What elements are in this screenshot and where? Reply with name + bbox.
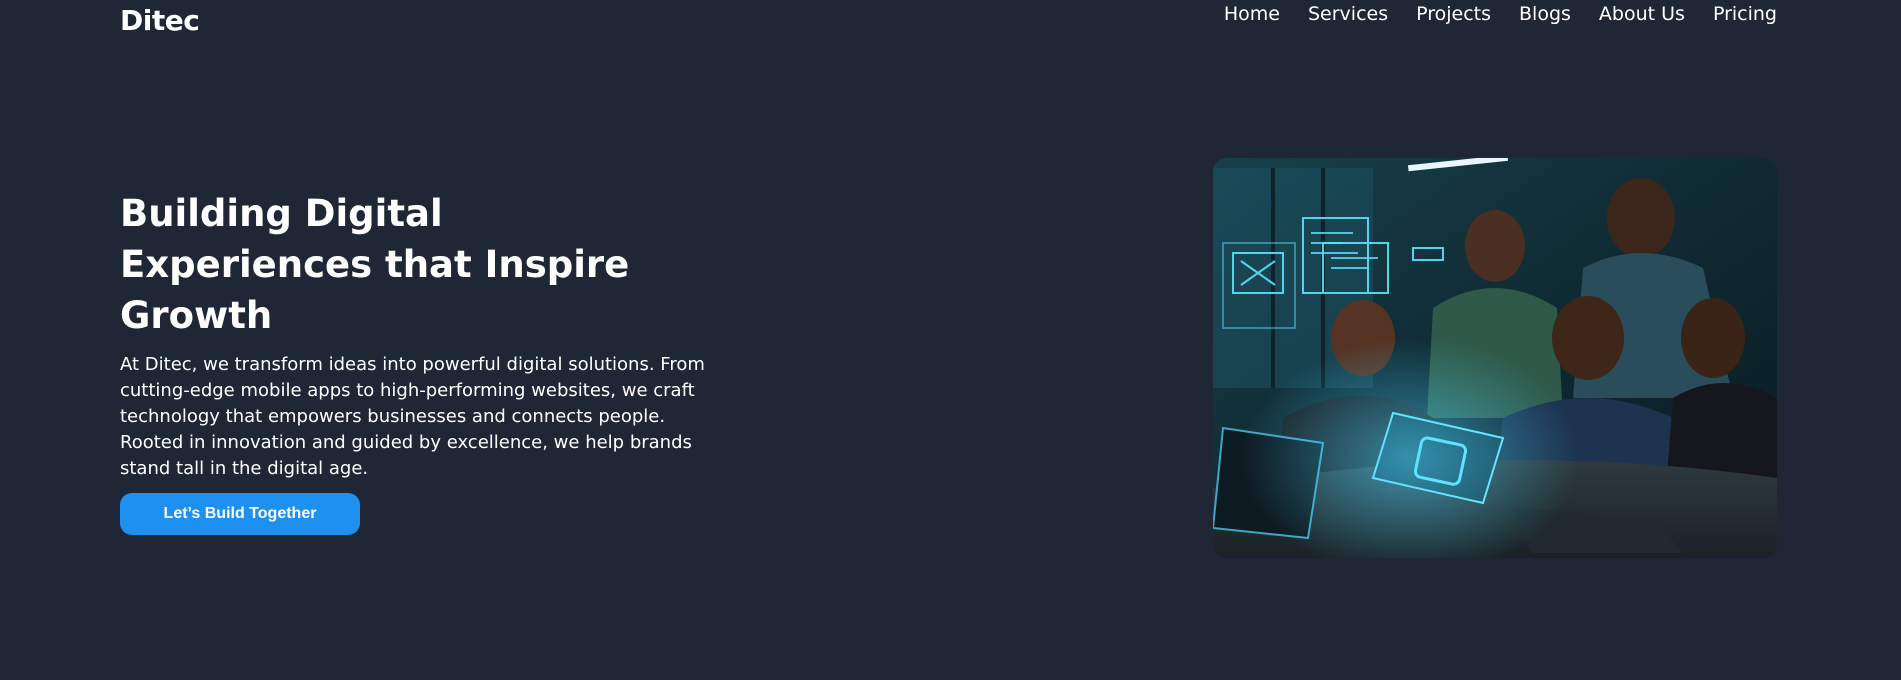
nav-blogs-link[interactable]: Blogs bbox=[1519, 3, 1571, 25]
nav-about-us-link[interactable]: About Us bbox=[1599, 3, 1685, 25]
nav-pricing-link[interactable]: Pricing bbox=[1713, 3, 1777, 25]
hero-title-line-1: Building Digital bbox=[120, 192, 443, 235]
hero-title-line-2: Experiences that Inspire bbox=[120, 243, 630, 286]
main-nav: Home Services Projects Blogs About Us Pr… bbox=[1224, 3, 1777, 25]
team-photo-illustration bbox=[1213, 158, 1777, 558]
lets-build-together-button[interactable]: Let’s Build Together bbox=[120, 493, 360, 535]
hero-description: At Ditec, we transform ideas into powerf… bbox=[120, 354, 705, 479]
page: Ditec Home Services Projects Blogs About… bbox=[0, 0, 1901, 680]
hero-title-line-3: Growth bbox=[120, 294, 273, 337]
hero-title: Building Digital Experiences that Inspir… bbox=[120, 188, 680, 341]
nav-home-link[interactable]: Home bbox=[1224, 3, 1280, 25]
nav-services-link[interactable]: Services bbox=[1308, 3, 1388, 25]
hero-image bbox=[1213, 158, 1777, 558]
nav-projects-link[interactable]: Projects bbox=[1416, 3, 1491, 25]
brand-logo[interactable]: Ditec bbox=[120, 4, 200, 37]
